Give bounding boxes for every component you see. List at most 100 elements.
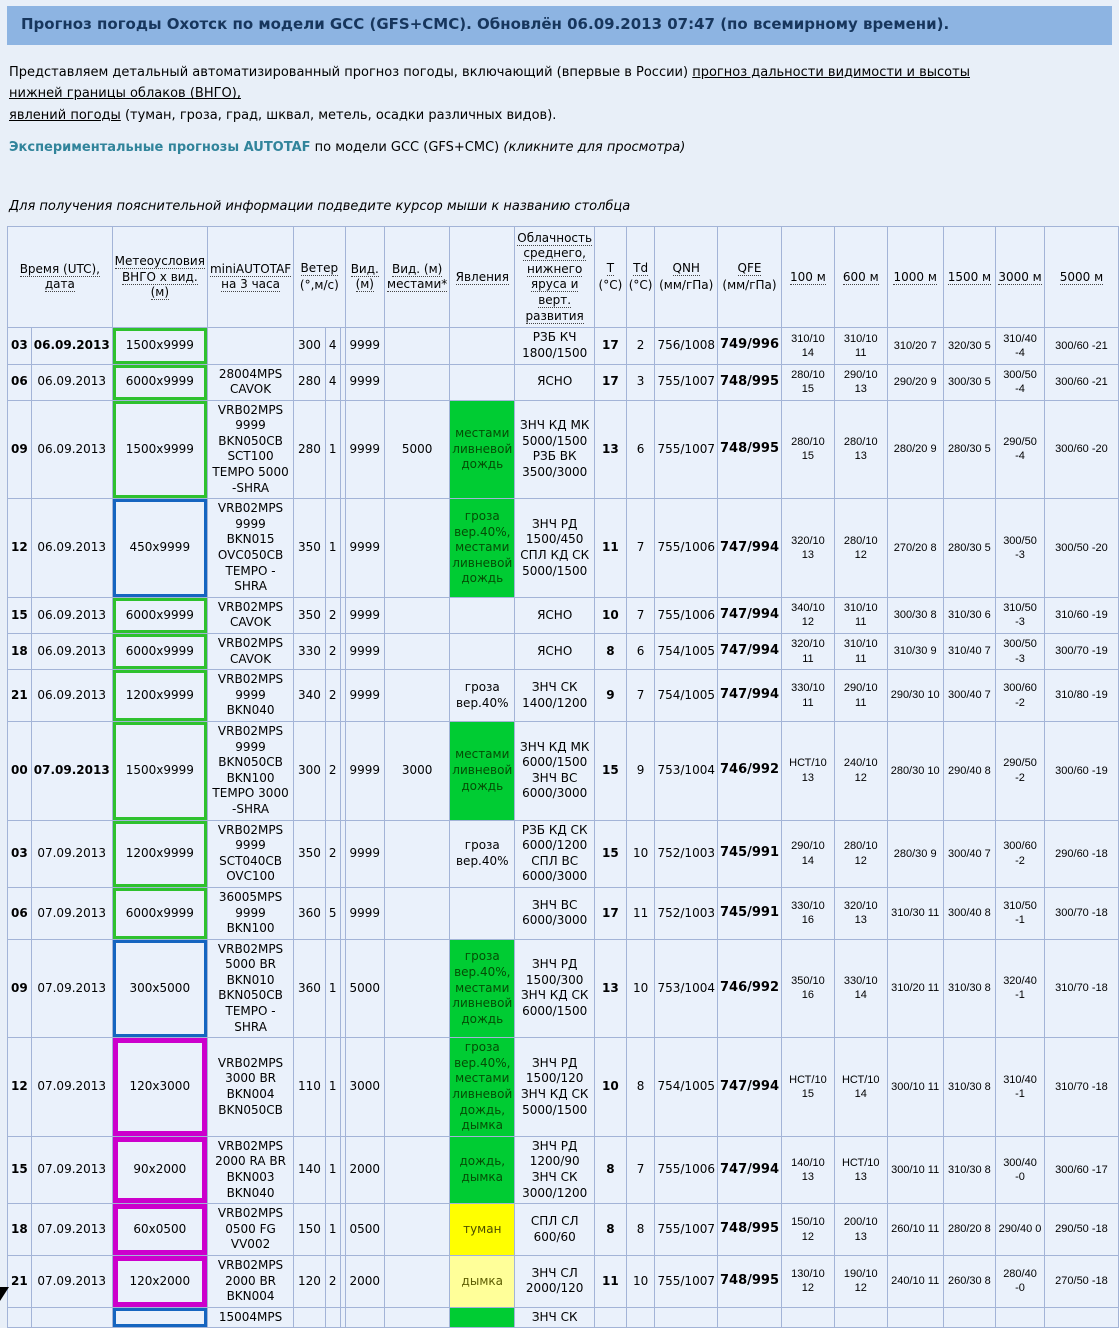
- cell-clouds: ЗНЧ СК: [515, 1307, 595, 1328]
- cell-visibility: 2000: [345, 1255, 385, 1307]
- cell-altitude-0: 350/10 16: [782, 939, 835, 1038]
- col-header-meteo[interactable]: Метеоусловия ВНГО х вид. (м): [112, 227, 207, 328]
- hint-text: Для получения пояснительной информации п…: [9, 199, 1112, 214]
- cell-date: 06.09.2013: [31, 400, 112, 499]
- col-header-1000m[interactable]: 1000 м: [887, 227, 943, 328]
- cell-phenomena: [450, 1307, 515, 1328]
- cell-wind-speed: 2: [325, 670, 340, 722]
- col-header-miniautotaf[interactable]: miniAUTOTAF на 3 часа: [207, 227, 293, 328]
- col-header-qnh[interactable]: QNH(мм/гПа): [655, 227, 718, 328]
- cell-meteo: 1500x9999: [112, 400, 207, 499]
- cell-qfe: 749/996: [717, 328, 781, 364]
- cell-qnh: 752/1003: [655, 887, 718, 939]
- cell-wind-dir: 300: [294, 721, 326, 820]
- col-header-clouds[interactable]: Облачность среднего, нижнего яруса и вер…: [515, 227, 595, 328]
- cell-dewpoint: 7: [626, 499, 655, 598]
- cell-clouds: СПЛ СЛ 600/60: [515, 1204, 595, 1256]
- col-header-phenomena[interactable]: Явления: [450, 227, 515, 328]
- cell-altitude-2: 240/10 11: [887, 1255, 943, 1307]
- cell-altitude-1: НСТ/10 14: [834, 1038, 887, 1137]
- cell-altitude-5: 310/70 -18: [1044, 1038, 1118, 1137]
- cell-miniautotaf: VRB02MPS 9999 BKN050CB BKN100 TEMPO 3000…: [207, 721, 293, 820]
- cell-miniautotaf: [207, 328, 293, 364]
- cell-altitude-2: 310/30 11: [887, 887, 943, 939]
- col-header-visibility-places[interactable]: Вид. (м) местами*: [385, 227, 450, 328]
- cell-wind-speed: 1: [325, 400, 340, 499]
- mouse-cursor: [0, 1287, 9, 1301]
- col-header-5000m[interactable]: 5000 м: [1044, 227, 1118, 328]
- cell-phenomena: гроза вер.40%, местами ливневой дождь: [450, 939, 515, 1038]
- cell-altitude-3: 300/40 7: [943, 670, 995, 722]
- cell-temperature: [595, 1307, 627, 1328]
- cell-date: 06.09.2013: [31, 364, 112, 400]
- cell-altitude-1: 310/10 11: [834, 634, 887, 670]
- cell-visibility-places: [385, 1136, 450, 1203]
- cell-clouds: ЯСНО: [515, 364, 595, 400]
- cell-qfe: 747/994: [717, 634, 781, 670]
- cell-visibility: 9999: [345, 670, 385, 722]
- col-header-3000m[interactable]: 3000 м: [996, 227, 1045, 328]
- cell-meteo: 90x2000: [112, 1136, 207, 1203]
- col-header-wind[interactable]: Ветер(°,м/с): [294, 227, 345, 328]
- cell-phenomena: местами ливневой дождь: [450, 400, 515, 499]
- cell-qnh: 756/1008: [655, 328, 718, 364]
- cell-phenomena: [450, 597, 515, 633]
- phenomena-link[interactable]: явлений погоды: [9, 108, 121, 123]
- cell-meteo: 60x0500: [112, 1204, 207, 1256]
- table-row: 15004MPSЗНЧ СК: [8, 1307, 1119, 1328]
- cell-wind-speed: 2: [325, 820, 340, 887]
- cell-meteo: [112, 1307, 207, 1328]
- cell-time: 18: [8, 1204, 32, 1256]
- cell-temperature: 11: [595, 499, 627, 598]
- cell-date: 06.09.2013: [31, 634, 112, 670]
- cell-altitude-4: 300/60 -2: [996, 820, 1045, 887]
- cell-altitude-4: 300/50 -4: [996, 364, 1045, 400]
- cell-altitude-3: 310/40 7: [943, 634, 995, 670]
- table-row: 2107.09.2013120x2000VRB02MPS 2000 BR BKN…: [8, 1255, 1119, 1307]
- col-header-temperature[interactable]: T(°C): [595, 227, 627, 328]
- cell-dewpoint: 7: [626, 1136, 655, 1203]
- cell-miniautotaf: VRB02MPS 9999 BKN040: [207, 670, 293, 722]
- cell-altitude-2: 310/30 9: [887, 634, 943, 670]
- cell-clouds: ЗНЧ СЛ 2000/120: [515, 1255, 595, 1307]
- cell-time: 21: [8, 670, 32, 722]
- col-header-600m[interactable]: 600 м: [834, 227, 887, 328]
- cell-visibility: 9999: [345, 721, 385, 820]
- cell-qnh: 752/1003: [655, 820, 718, 887]
- cell-wind-speed: 1: [325, 499, 340, 598]
- cell-visibility: 3000: [345, 1038, 385, 1137]
- cell-wind-speed: 4: [325, 364, 340, 400]
- col-header-visibility[interactable]: Вид. (м): [345, 227, 385, 328]
- cell-qfe: [717, 1307, 781, 1328]
- cell-qnh: 753/1004: [655, 721, 718, 820]
- col-header-qfe[interactable]: QFE(мм/гПа): [717, 227, 781, 328]
- table-row: 1807.09.201360x0500VRB02MPS 0500 FG VV00…: [8, 1204, 1119, 1256]
- col-header-100m[interactable]: 100 м: [782, 227, 835, 328]
- cell-clouds: ЗНЧ РД 1500/120 ЗНЧ КД СК 5000/1500: [515, 1038, 595, 1137]
- cell-altitude-5: 300/70 -19: [1044, 634, 1118, 670]
- cell-wind-speed: 5: [325, 887, 340, 939]
- cell-date: 06.09.2013: [31, 328, 112, 364]
- cell-visibility-places: [385, 597, 450, 633]
- cell-wind-dir: [294, 1307, 326, 1328]
- cell-altitude-0: [782, 1307, 835, 1328]
- autotaf-middle: по модели GCC (GFS+CMC): [311, 140, 504, 155]
- cell-altitude-5: 300/60 -17: [1044, 1136, 1118, 1203]
- cell-dewpoint: 10: [626, 939, 655, 1038]
- cell-altitude-5: 310/70 -18: [1044, 939, 1118, 1038]
- col-header-dewpoint[interactable]: Td(°C): [626, 227, 655, 328]
- cell-phenomena: гроза вер.40%, местами ливневой дождь: [450, 499, 515, 598]
- cell-dewpoint: 6: [626, 400, 655, 499]
- table-row: 0906.09.20131500x9999VRB02MPS 9999 BKN05…: [8, 400, 1119, 499]
- col-header-time-date[interactable]: Время (UTC), дата: [8, 227, 113, 328]
- cell-wind-speed: 1: [325, 1204, 340, 1256]
- cell-meteo: 450x9999: [112, 499, 207, 598]
- col-header-1500m[interactable]: 1500 м: [943, 227, 995, 328]
- cell-miniautotaf: VRB02MPS 9999 BKN015 OVC050CB TEMPO - SH…: [207, 499, 293, 598]
- cell-date: 07.09.2013: [31, 820, 112, 887]
- autotaf-link[interactable]: Экспериментальные прогнозы AUTOTAF: [9, 140, 311, 155]
- cell-visibility-places: [385, 1255, 450, 1307]
- cell-qfe: 748/995: [717, 364, 781, 400]
- cell-date: 07.09.2013: [31, 721, 112, 820]
- cell-date: 07.09.2013: [31, 1038, 112, 1137]
